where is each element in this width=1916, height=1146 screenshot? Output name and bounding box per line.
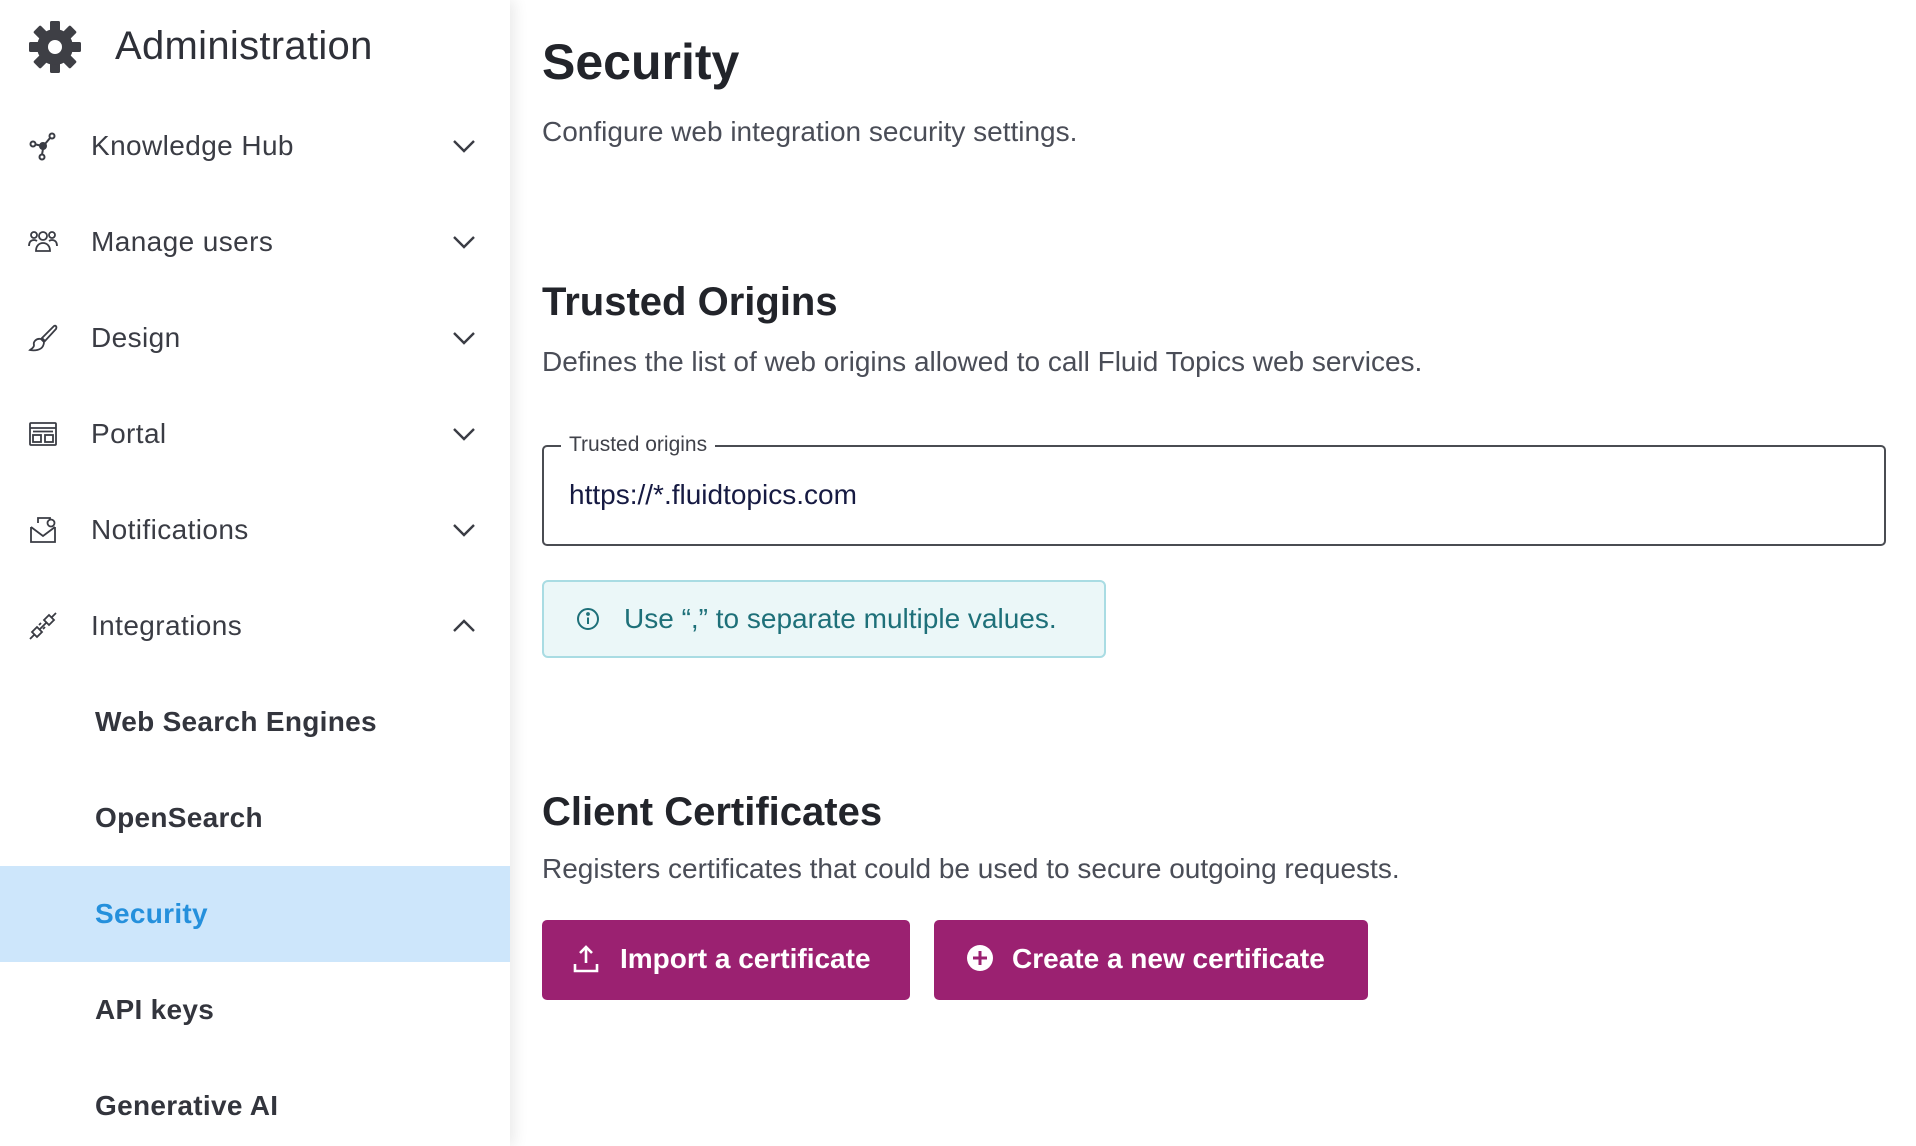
app-window: Administration Knowledge Hub Manage user… (0, 0, 1916, 1146)
sidebar-item-label: Notifications (91, 514, 249, 545)
chevron-down-icon (453, 332, 475, 345)
sidebar: Administration Knowledge Hub Manage user… (0, 0, 510, 1146)
import-certificate-button[interactable]: Import a certificate (542, 920, 910, 1000)
sidebar-subitem-label: Generative AI (95, 1090, 279, 1121)
page-title: Security (542, 34, 740, 90)
page-subtitle: Configure web integration security setti… (542, 116, 1078, 147)
sidebar-subitem-label: OpenSearch (95, 802, 263, 833)
sidebar-subitem-label: Web Search Engines (95, 706, 377, 737)
info-icon (577, 608, 599, 630)
notifications-icon (30, 517, 56, 543)
sidebar-item-label: Portal (91, 418, 167, 449)
sidebar-title: Administration (115, 24, 373, 68)
create-certificate-label: Create a new certificate (1012, 943, 1325, 974)
brush-icon (28, 324, 58, 352)
sidebar-item-manage-users[interactable]: Manage users (0, 194, 510, 290)
sidebar-subitem-security[interactable]: Security (0, 866, 510, 962)
sidebar-item-integrations[interactable]: Integrations (0, 578, 510, 674)
sidebar-subitem-generative-ai[interactable]: Generative AI (0, 1058, 510, 1146)
sidebar-subitem-web-search-engines[interactable]: Web Search Engines (0, 674, 510, 770)
sidebar-item-notifications[interactable]: Notifications (0, 482, 510, 578)
sidebar-subitem-label: API keys (95, 994, 215, 1025)
trusted-origins-field: Trusted origins (542, 430, 1886, 546)
gear-icon (29, 21, 81, 73)
chevron-down-icon (453, 428, 475, 441)
info-message: Use “,” to separate multiple values. (542, 580, 1106, 658)
knowledge-hub-icon (29, 132, 56, 161)
chevron-down-icon (453, 236, 475, 249)
chevron-down-icon (453, 524, 475, 537)
sidebar-item-label: Manage users (91, 226, 274, 257)
sidebar-subitem-opensearch[interactable]: OpenSearch (0, 770, 510, 866)
portal-icon (29, 422, 57, 446)
sidebar-item-portal[interactable]: Portal (0, 386, 510, 482)
sidebar-item-design[interactable]: Design (0, 290, 510, 386)
import-certificate-label: Import a certificate (620, 943, 871, 974)
integrations-icon (29, 612, 57, 640)
trusted-origins-description: Defines the list of web origins allowed … (542, 346, 1423, 377)
sidebar-item-knowledge-hub[interactable]: Knowledge Hub (0, 98, 510, 194)
sidebar-header: Administration (0, 0, 510, 92)
sidebar-subitem-label: Security (95, 898, 208, 929)
sidebar-item-label: Integrations (91, 610, 243, 641)
main-content: Security Configure web integration secur… (542, 0, 1902, 1146)
sidebar-item-label: Design (91, 322, 181, 353)
client-certificates-title: Client Certificates (542, 790, 883, 834)
chevron-down-icon (453, 140, 475, 153)
upload-icon (573, 945, 599, 973)
users-icon (28, 231, 58, 252)
chevron-up-icon (453, 619, 475, 632)
add-circle-icon (967, 945, 993, 971)
sidebar-item-label: Knowledge Hub (91, 130, 294, 161)
trusted-origins-title: Trusted Origins (542, 280, 838, 324)
create-certificate-button[interactable]: Create a new certificate (934, 920, 1368, 1000)
sidebar-subitem-api-keys[interactable]: API keys (0, 962, 510, 1058)
trusted-origins-input[interactable] (569, 475, 1849, 515)
info-message-text: Use “,” to separate multiple values. (624, 603, 1057, 634)
client-certificates-description: Registers certificates that could be use… (542, 853, 1400, 884)
trusted-origins-field-label: Trusted origins (561, 430, 716, 460)
